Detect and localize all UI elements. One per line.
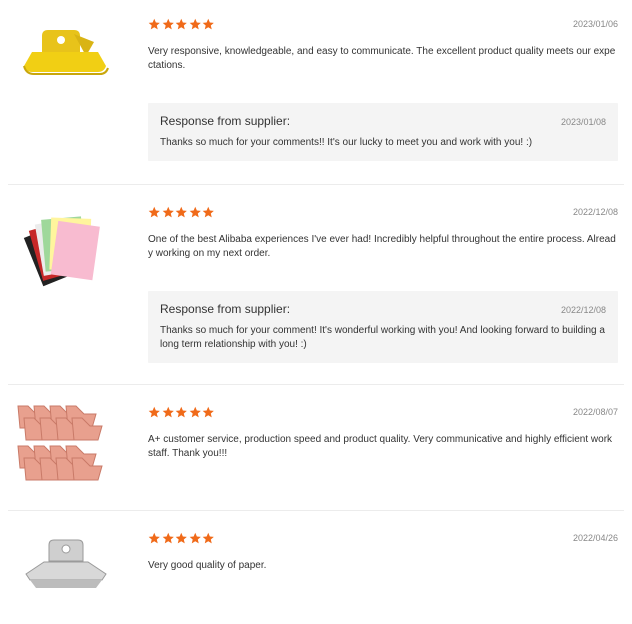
rose-gold-clips-icon[interactable] (14, 402, 114, 492)
review-text: Very good quality of paper. (148, 560, 267, 571)
star-icon (162, 406, 174, 418)
review-content: 2022/04/26 Very good quality of paper. (148, 532, 618, 622)
response-date: 2022/12/08 (560, 305, 606, 315)
review-content: 2023/01/06 Very responsive, knowledgeabl… (148, 18, 618, 184)
star-icon (189, 18, 201, 30)
star-icon (175, 532, 187, 544)
yellow-clip-icon[interactable] (14, 26, 114, 116)
response-date: 2023/01/08 (560, 117, 606, 127)
star-icon (148, 532, 160, 544)
review-item: 2022/04/26 Very good quality of paper. (8, 532, 624, 622)
review-item: 2022/08/07 A+ customer service, producti… (8, 405, 624, 511)
review-date: 2022/12/08 (572, 207, 618, 217)
response-title: Response from supplier: (160, 114, 291, 128)
star-icon (189, 406, 201, 418)
star-icon (202, 206, 214, 218)
review-date: 2022/04/26 (572, 533, 618, 543)
review-text: Very responsive, knowledgeable, and easy… (148, 46, 616, 71)
rating-stars (148, 406, 215, 420)
star-icon (202, 532, 214, 544)
rating-stars (148, 206, 215, 220)
response-title: Response from supplier: (160, 302, 291, 316)
review-text: A+ customer service, production speed an… (148, 434, 613, 459)
star-icon (175, 206, 187, 218)
star-icon (189, 206, 201, 218)
review-content: 2022/08/07 A+ customer service, producti… (148, 406, 618, 510)
review-content: 2022/12/08 One of the best Alibaba exper… (148, 206, 618, 384)
review-item: 2022/12/08 One of the best Alibaba exper… (8, 206, 624, 385)
star-icon (162, 532, 174, 544)
star-icon (148, 18, 160, 30)
review-date: 2022/08/07 (572, 407, 618, 417)
star-icon (148, 406, 160, 418)
rating-stars (148, 532, 215, 546)
review-text: One of the best Alibaba experiences I've… (148, 234, 616, 259)
star-icon (162, 206, 174, 218)
star-icon (175, 406, 187, 418)
colored-paper-icon[interactable] (14, 212, 114, 302)
supplier-response: Response from supplier: 2023/01/08 Thank… (148, 103, 618, 161)
review-date: 2023/01/06 (572, 19, 618, 29)
star-icon (175, 18, 187, 30)
review-item: 2023/01/06 Very responsive, knowledgeabl… (8, 18, 624, 185)
silver-clip-icon[interactable] (14, 534, 114, 624)
supplier-response: Response from supplier: 2022/12/08 Thank… (148, 291, 618, 363)
response-text: Thanks so much for your comments!! It's … (160, 137, 533, 148)
star-icon (189, 532, 201, 544)
rating-stars (148, 18, 215, 32)
star-icon (162, 18, 174, 30)
star-icon (148, 206, 160, 218)
star-icon (202, 406, 214, 418)
star-icon (202, 18, 214, 30)
response-text: Thanks so much for your comment! It's wo… (160, 325, 605, 350)
